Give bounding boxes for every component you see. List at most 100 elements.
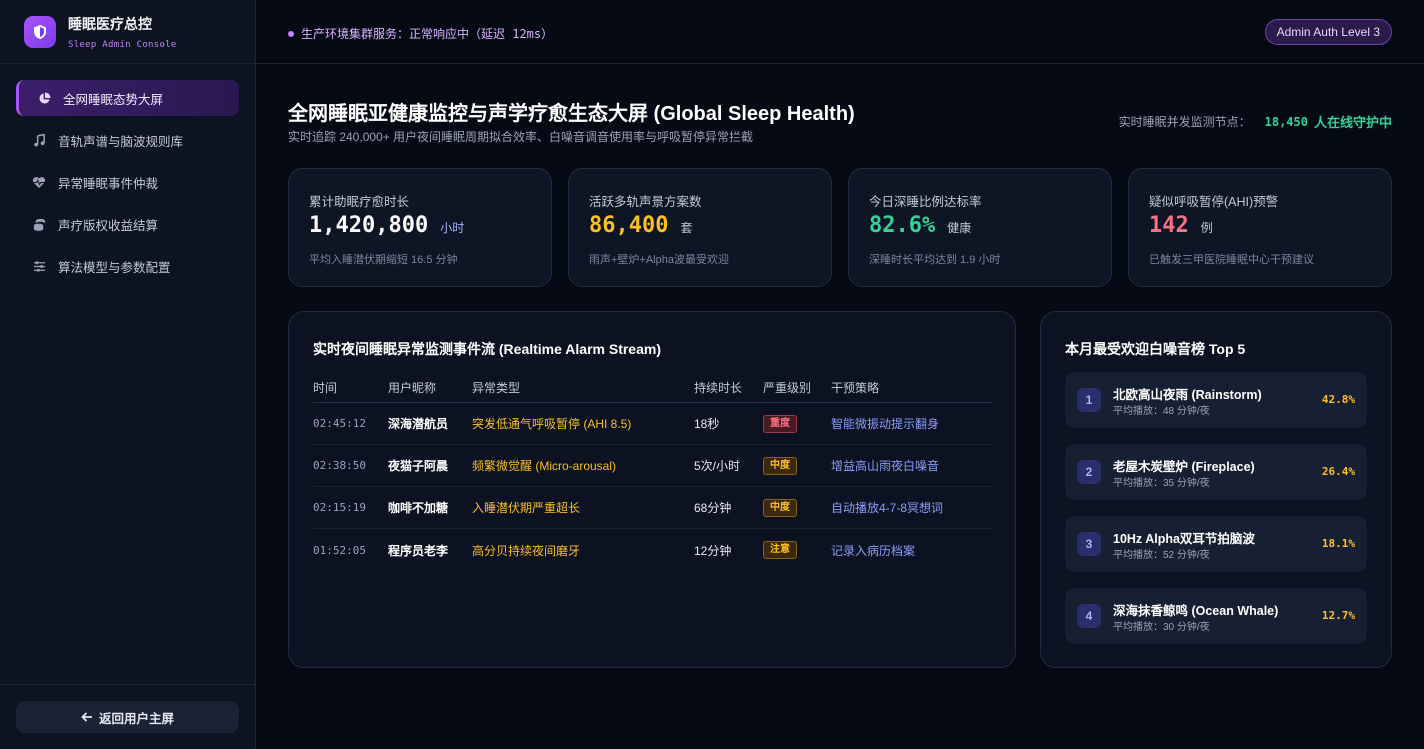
cell-time: 01:52:05 [313,543,366,557]
cell-user: 夜猫子阿晨 [388,459,449,473]
white-noise-ranking-panel: 本月最受欢迎白噪音榜 Top 5 1 北欧高山夜雨 (Rainstorm) 平均… [1040,311,1392,668]
list-item[interactable]: 4 深海抹香鲸鸣 (Ocean Whale) 平均播放：30 分钟/夜 12.7… [1065,588,1367,644]
brand: 睡眠医疗总控 Sleep Admin Console [0,0,255,64]
cell-duration: 12分钟 [694,543,732,558]
stat-label: 活跃多轨声景方案数 [589,195,702,209]
rank-percent: 18.1% [1321,537,1355,550]
list-item[interactable]: 3 10Hz Alpha双耳节拍脑波 平均播放：52 分钟/夜 18.1% [1065,516,1367,572]
rank-name: 老屋木炭壁炉 (Fireplace) [1113,460,1255,474]
sidebar-item-tracks[interactable]: 音轨声谱与脑波规则库 [16,122,239,158]
back-button-label: 返回用户主屏 [98,711,174,726]
rank-number: 1 [1077,388,1101,412]
page-title: 全网睡眠亚健康监控与声学疗愈生态大屏 (Global Sleep Health) [288,103,855,125]
page-subtitle: 实时追踪 240,000+ 用户夜间睡眠周期拟合效率、白噪音调音使用率与呼吸暂停… [288,130,754,144]
sidebar-footer: 返回用户主屏 [0,684,255,749]
rank-number: 3 [1077,532,1101,556]
rank-name: 北欧高山夜雨 (Rainstorm) [1113,388,1262,402]
sidebar-item-settings[interactable]: 算法模型与参数配置 [16,248,239,284]
sidebar-item-label: 异常睡眠事件仲裁 [58,176,159,191]
stat-card-ahi-alerts: 疑似呼吸暂停(AHI)预警 142 例 已触发三甲医院睡眠中心干预建议 [1128,168,1392,287]
rank-percent: 12.7% [1321,609,1355,622]
cell-user: 程序员老李 [388,543,449,558]
col-header-action: 干预策略 [831,380,880,395]
cell-time: 02:45:12 [313,417,366,430]
stat-value: 142 [1149,213,1189,238]
table-row[interactable]: 01:52:05 程序员老李 高分贝持续夜间磨牙 12分钟 注意 记录入病历档案 [313,529,992,571]
alarm-table: 时间 用户昵称 异常类型 持续时长 严重级别 干预策略 02:45:12 深海潜… [313,372,992,571]
table-row[interactable]: 02:45:12 深海潜航员 突发低通气呼吸暂停 (AHI 8.5) 18秒 重… [313,403,992,445]
list-item[interactable]: 2 老屋木炭壁炉 (Fireplace) 平均播放：35 分钟/夜 26.4% [1065,444,1367,500]
rank-avg-play: 平均播放：52 分钟/夜 [1113,550,1210,561]
rank-avg-play: 平均播放：30 分钟/夜 [1113,622,1210,633]
rank-avg-play: 平均播放：35 分钟/夜 [1113,478,1210,489]
table-row[interactable]: 02:15:19 咖啡不加糖 入睡潜伏期严重超长 68分钟 中度 自动播放4-7… [313,487,992,529]
stat-card-soundscapes: 活跃多轨声景方案数 86,400 套 雨声+壁炉+Alpha波最受欢迎 [568,168,832,287]
cell-duration: 18秒 [694,417,720,431]
severity-badge: 中度 [763,498,797,517]
brand-title: 睡眠医疗总控 [68,15,152,32]
monitor-nodes: 实时睡眠并发监测节点： 18,450 人在线守护中 [1119,112,1392,131]
sidebar-item-events[interactable]: 异常睡眠事件仲裁 [16,164,239,200]
stat-value: 86,400 [589,213,669,238]
rank-name: 深海抹香鲸鸣 (Ocean Whale) [1113,604,1279,618]
rank-avg-play: 平均播放：48 分钟/夜 [1113,406,1210,417]
ranking-panel-title: 本月最受欢迎白噪音榜 Top 5 [1065,341,1246,357]
cell-type: 突发低通气呼吸暂停 (AHI 8.5) [472,417,632,431]
cell-action-link[interactable]: 记录入病历档案 [831,542,992,559]
pie-chart-icon [37,91,51,105]
stat-note: 深睡时长平均达到 1.9 小时 [869,254,1001,266]
cell-type: 高分贝持续夜间磨牙 [472,543,581,558]
stat-card-deep-sleep: 今日深睡比例达标率 82.6% 健康 深睡时长平均达到 1.9 小时 [848,168,1112,287]
sidebar-item-royalty[interactable]: 声疗版权收益结算 [16,206,239,242]
sidebar: 睡眠医疗总控 Sleep Admin Console 全网睡眠态势大屏 音轨声谱… [0,0,256,749]
cluster-status: 生产环境集群服务：正常响应中（延迟 12ms） [288,25,553,42]
nodes-unit: 人在线守护中 [1313,115,1392,130]
rank-percent: 42.8% [1321,393,1355,406]
severity-badge: 重度 [763,414,797,433]
cell-duration: 5次/小时 [694,459,741,473]
shield-logo-icon [24,15,56,48]
stat-unit: 小时 [440,221,465,235]
arrow-left-icon [81,712,92,722]
stat-unit: 套 [680,221,693,235]
rank-percent: 26.4% [1321,465,1355,478]
cell-user: 深海潜航员 [388,417,449,431]
sidebar-nav: 全网睡眠态势大屏 音轨声谱与脑波规则库 异常睡眠事件仲裁 声疗版权收益结算 算法… [0,64,255,284]
stat-card-therapy-hours: 累计助眠疗愈时长 1,420,800 小时 平均入睡潜伏期缩短 16.5 分钟 [288,168,552,287]
admin-auth-badge[interactable]: Admin Auth Level 3 [1264,19,1392,45]
col-header-severity: 严重级别 [763,380,812,395]
cell-user: 咖啡不加糖 [388,501,449,515]
stat-note: 已触发三甲医院睡眠中心干预建议 [1149,254,1314,266]
sidebar-item-label: 全网睡眠态势大屏 [63,92,164,107]
music-note-icon [32,133,46,147]
cell-duration: 68分钟 [694,501,732,515]
coins-icon [32,217,46,231]
heart-pulse-icon [32,175,46,189]
alarm-stream-panel: 实时夜间睡眠异常监测事件流 (Realtime Alarm Stream) 时间… [288,311,1016,668]
cell-time: 02:38:50 [313,459,366,472]
topbar: 生产环境集群服务：正常响应中（延迟 12ms） Admin Auth Level… [256,0,1424,64]
cell-action-link[interactable]: 智能微振动提示翻身 [831,415,992,432]
col-header-type: 异常类型 [472,380,521,395]
stat-note: 雨声+壁炉+Alpha波最受欢迎 [589,254,729,266]
status-dot-icon [288,30,294,37]
cell-action-link[interactable]: 自动播放4-7-8冥想词 [831,499,992,516]
nodes-label: 实时睡眠并发监测节点： [1118,115,1251,129]
stat-value: 1,420,800 [309,213,429,238]
back-to-home-button[interactable]: 返回用户主屏 [16,701,239,733]
stat-label: 疑似呼吸暂停(AHI)预警 [1149,195,1279,209]
cell-action-link[interactable]: 增益高山雨夜白噪音 [831,457,992,474]
table-row[interactable]: 02:38:50 夜猫子阿晨 频繁微觉醒 (Micro-arousal) 5次/… [313,445,992,487]
stat-value: 82.6% [869,213,936,238]
alarm-panel-title: 实时夜间睡眠异常监测事件流 (Realtime Alarm Stream) [313,341,661,357]
list-item[interactable]: 1 北欧高山夜雨 (Rainstorm) 平均播放：48 分钟/夜 42.8% [1065,372,1367,428]
stat-label: 累计助眠疗愈时长 [309,195,410,209]
cell-type: 入睡潜伏期严重超长 [472,501,581,515]
stat-label: 今日深睡比例达标率 [869,195,982,209]
sidebar-item-label: 算法模型与参数配置 [58,260,171,275]
sliders-icon [32,259,46,273]
brand-subtitle: Sleep Admin Console [68,39,177,50]
sidebar-item-dashboard[interactable]: 全网睡眠态势大屏 [16,80,239,116]
stat-note: 平均入睡潜伏期缩短 16.5 分钟 [309,254,458,266]
cluster-status-text: 生产环境集群服务：正常响应中（延迟 12ms） [301,27,554,41]
